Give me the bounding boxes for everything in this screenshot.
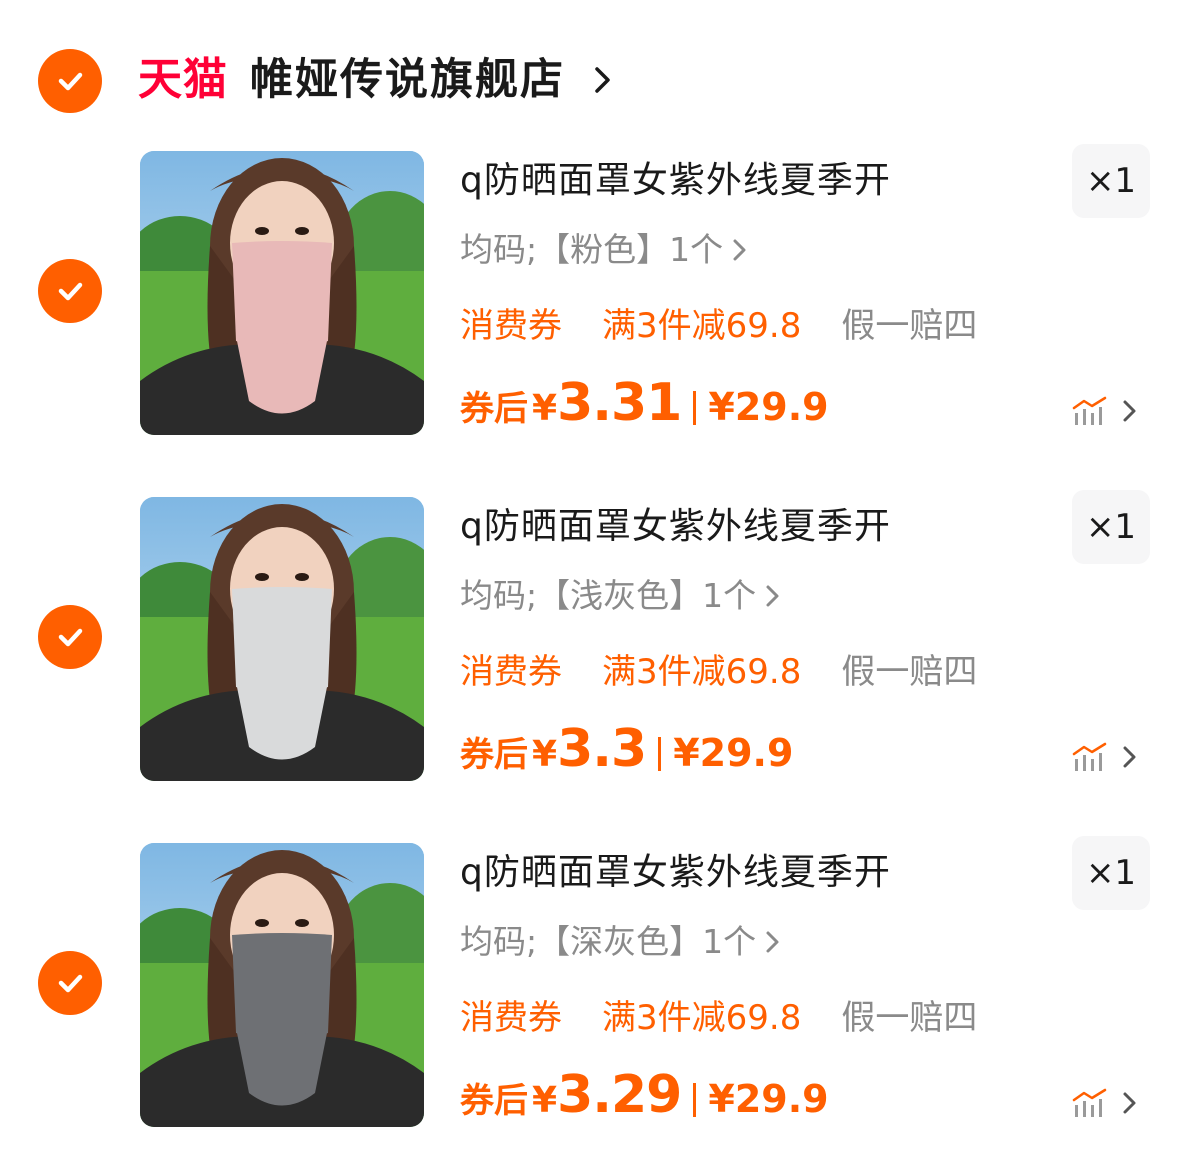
coupon-tag: 消费券 (460, 652, 562, 692)
quantity-selector[interactable]: ×1 (1072, 144, 1150, 218)
price-trend-button[interactable] (1072, 737, 1138, 777)
price-divider (658, 737, 662, 771)
promo-tag: 满3件减69.8 (602, 306, 802, 346)
item-select-checkbox[interactable] (38, 605, 102, 669)
price-trend-button[interactable] (1072, 391, 1138, 431)
chevron-right-icon (1123, 400, 1136, 422)
guarantee-tag: 假一赔四 (841, 652, 978, 692)
product-photo (140, 843, 424, 1127)
sku-text: 均码;【浅灰色】1个 (460, 576, 757, 615)
quantity-selector[interactable]: ×1 (1072, 490, 1150, 564)
coupon-tag: 消费券 (460, 306, 562, 346)
chevron-right-icon (733, 239, 746, 261)
chevron-right-icon[interactable] (592, 64, 614, 96)
price-trend-icon (1072, 396, 1107, 425)
chevron-right-icon (1123, 746, 1136, 768)
checkmark-icon (58, 974, 83, 993)
price-original: ¥29.9 (708, 385, 829, 429)
currency-symbol: ¥ (532, 388, 558, 429)
price-divider (693, 391, 697, 425)
coupon-tag: 消费券 (460, 998, 562, 1038)
promo-tag: 满3件减69.8 (602, 998, 802, 1038)
product-photo (140, 497, 424, 781)
promo-tags: 消费券 满3件减69.8 假一赔四 (460, 301, 977, 351)
guarantee-tag: 假一赔四 (841, 998, 978, 1038)
product-title-link[interactable]: q防晒面罩女紫外线夏季开 (460, 845, 1020, 901)
chevron-right-icon (766, 931, 779, 953)
price-row: 券后 ¥ 3.29 ¥29.9 (460, 1065, 829, 1135)
currency-symbol: ¥ (532, 734, 558, 775)
price-after-coupon-label: 券后 (460, 389, 528, 429)
promo-tags: 消费券 满3件减69.8 假一赔四 (460, 647, 977, 697)
product-title-link[interactable]: q防晒面罩女紫外线夏季开 (460, 499, 1020, 555)
cart-item: q防晒面罩女紫外线夏季开 ×1 均码;【粉色】1个 消费券 满3件减69.8 假… (0, 144, 1200, 451)
product-thumbnail[interactable] (140, 843, 424, 1127)
cart-item: q防晒面罩女紫外线夏季开 ×1 均码;【浅灰色】1个 消费券 满3件减69.8 … (0, 490, 1200, 797)
price-trend-icon (1072, 1088, 1107, 1117)
price-divider (693, 1083, 697, 1117)
product-thumbnail[interactable] (140, 151, 424, 435)
promo-tags: 消费券 满3件减69.8 假一赔四 (460, 993, 977, 1043)
product-title-link[interactable]: q防晒面罩女紫外线夏季开 (460, 153, 1020, 209)
quantity-selector[interactable]: ×1 (1072, 836, 1150, 910)
checkmark-icon (58, 72, 83, 91)
item-select-checkbox[interactable] (38, 951, 102, 1015)
cart-item: q防晒面罩女紫外线夏季开 ×1 均码;【深灰色】1个 消费券 满3件减69.8 … (0, 836, 1200, 1143)
price-after-coupon: 3.3 (557, 719, 647, 779)
currency-symbol: ¥ (532, 1080, 558, 1121)
promo-tag: 满3件减69.8 (602, 652, 802, 692)
sku-text: 均码;【深灰色】1个 (460, 922, 757, 961)
price-trend-button[interactable] (1072, 1083, 1138, 1123)
price-after-coupon: 3.29 (557, 1065, 682, 1125)
chevron-right-icon (766, 585, 779, 607)
price-after-coupon-label: 券后 (460, 735, 528, 775)
price-row: 券后 ¥ 3.31 ¥29.9 (460, 373, 829, 443)
price-after-coupon: 3.31 (557, 373, 682, 433)
price-trend-icon (1072, 742, 1107, 771)
store-name-link[interactable]: 帷娅传说旗舰店 (250, 50, 565, 110)
store-select-checkbox[interactable] (38, 49, 102, 113)
sku-text: 均码;【粉色】1个 (460, 230, 724, 269)
item-select-checkbox[interactable] (38, 259, 102, 323)
sku-selector[interactable]: 均码;【浅灰色】1个 (460, 571, 782, 621)
price-after-coupon-label: 券后 (460, 1081, 528, 1121)
checkmark-icon (58, 628, 83, 647)
product-photo (140, 151, 424, 435)
product-thumbnail[interactable] (140, 497, 424, 781)
sku-selector[interactable]: 均码;【深灰色】1个 (460, 917, 782, 967)
checkmark-icon (58, 282, 83, 301)
sku-selector[interactable]: 均码;【粉色】1个 (460, 225, 749, 275)
tmall-logo: 天猫 (138, 54, 228, 105)
guarantee-tag: 假一赔四 (841, 306, 978, 346)
price-original: ¥29.9 (673, 731, 794, 775)
price-original: ¥29.9 (708, 1077, 829, 1121)
price-row: 券后 ¥ 3.3 ¥29.9 (460, 719, 793, 789)
chevron-right-icon (1123, 1092, 1136, 1114)
store-header: 天猫 帷娅传说旗舰店 (0, 0, 1200, 140)
